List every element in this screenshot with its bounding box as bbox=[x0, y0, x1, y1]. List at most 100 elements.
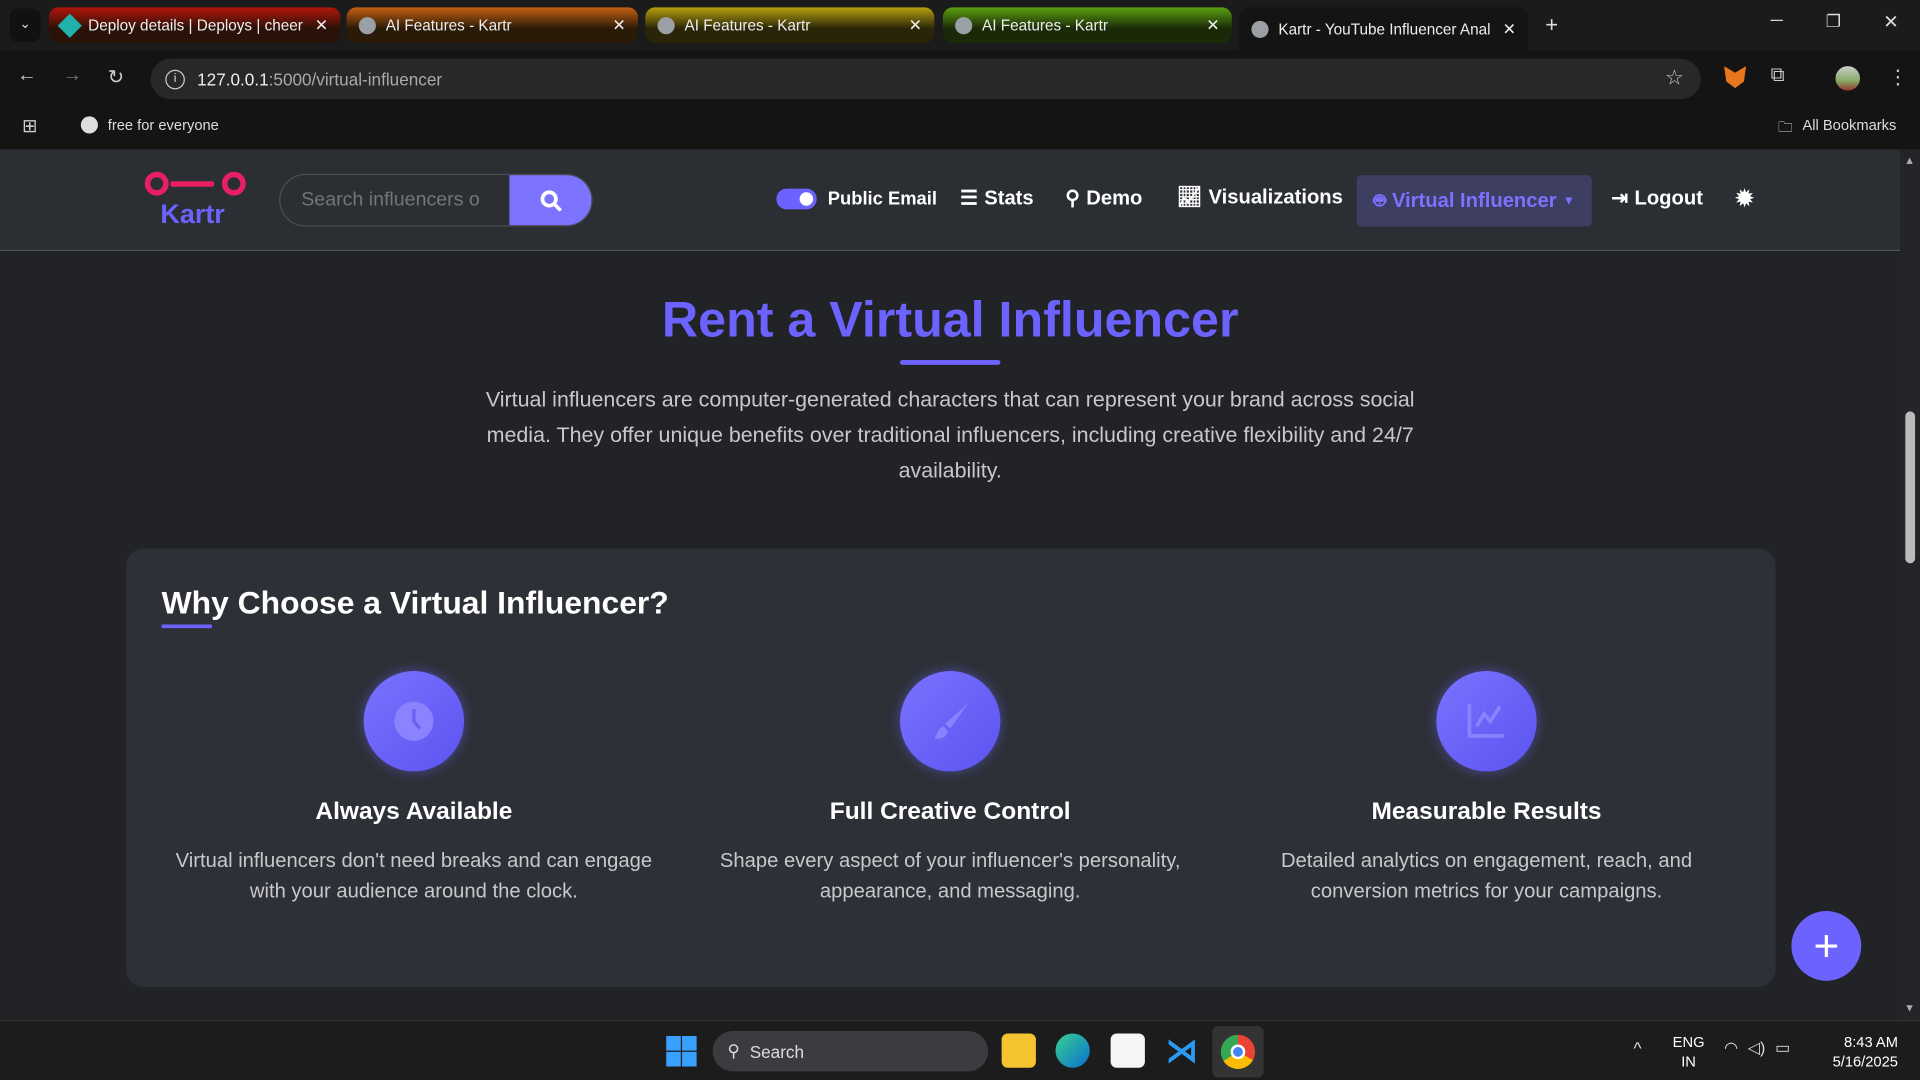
site-info-icon[interactable]: i bbox=[165, 69, 185, 89]
logo-text[interactable]: Kartr bbox=[160, 198, 224, 230]
nav-visualizations[interactable]: 📈︎ Visualizations bbox=[1177, 186, 1343, 209]
tab-title: Kartr - YouTube Influencer Anal bbox=[1278, 20, 1491, 38]
globe-icon bbox=[955, 16, 973, 34]
feature-icon-circle bbox=[363, 671, 465, 772]
bar-chart-icon: ☰ bbox=[960, 187, 979, 210]
clock[interactable]: 8:43 AM 5/16/2025 bbox=[1822, 1032, 1898, 1071]
nav-logout[interactable]: ⇥ Logout bbox=[1611, 186, 1702, 210]
kartr-logo-icon bbox=[144, 171, 246, 196]
plus-icon: + bbox=[1813, 920, 1840, 971]
scroll-down-arrow[interactable]: ▼ bbox=[1904, 1002, 1915, 1014]
section-underline bbox=[161, 624, 212, 629]
time: 8:43 AM bbox=[1844, 1033, 1898, 1051]
public-email-toggle[interactable]: Public Email bbox=[776, 188, 937, 210]
close-tab-icon[interactable]: ✕ bbox=[1503, 19, 1516, 39]
feature-measurable-results: Measurable Results Detailed analytics on… bbox=[1218, 671, 1754, 907]
feature-icon-circle bbox=[1436, 671, 1537, 772]
page-title: Rent a Virtual Influencer bbox=[661, 291, 1239, 348]
apps-grid-icon[interactable]: ⊞ bbox=[22, 115, 37, 137]
windows-start-icon[interactable] bbox=[666, 1035, 697, 1067]
language-indicator[interactable]: ENG IN bbox=[1673, 1032, 1705, 1071]
edge-icon[interactable] bbox=[1055, 1033, 1090, 1068]
browser-toolbar: ← → ↻ i 127.0.0.1:5000/virtual-influence… bbox=[0, 50, 1920, 107]
lang-code: ENG bbox=[1672, 1033, 1705, 1051]
bookmarks-bar: ⊞ free for everyone 🗀 All Bookmarks bbox=[0, 106, 1920, 150]
search-icon bbox=[540, 189, 561, 211]
globe-icon bbox=[80, 116, 98, 134]
site-navbar: Kartr Public Email ☰Stats ⚲Demo 📈︎Visual… bbox=[0, 149, 1901, 252]
file-explorer-icon[interactable] bbox=[1001, 1033, 1036, 1068]
feature-title: Full Creative Control bbox=[829, 798, 1071, 826]
tab-deploy-details[interactable]: Deploy details | Deploys | cheer ✕ bbox=[48, 7, 341, 43]
theme-toggle-sun-icon[interactable]: ✹ bbox=[1734, 184, 1756, 215]
nav-demo[interactable]: ⚲ Demo bbox=[1065, 186, 1142, 210]
chrome-taskbar-button[interactable] bbox=[1212, 1026, 1264, 1078]
close-tab-icon[interactable]: ✕ bbox=[1206, 15, 1219, 35]
new-tab-button[interactable]: + bbox=[1545, 12, 1558, 38]
tab-search-button[interactable]: ⌄ bbox=[9, 8, 41, 42]
tab-title: AI Features - Kartr bbox=[385, 16, 512, 34]
title-underline bbox=[900, 360, 1001, 365]
public-email-label: Public Email bbox=[827, 188, 937, 210]
search-input[interactable] bbox=[280, 175, 510, 226]
close-tab-icon[interactable]: ✕ bbox=[612, 15, 625, 35]
nav-demo-label: Demo bbox=[1086, 186, 1143, 209]
nav-virtual-influencer-label: Virtual Influencer bbox=[1391, 189, 1557, 212]
nav-stats[interactable]: ☰ Stats bbox=[960, 186, 1034, 210]
date: 5/16/2025 bbox=[1832, 1053, 1898, 1071]
bookmark-star-icon[interactable]: ☆ bbox=[1665, 66, 1684, 90]
windows-taskbar: ⚲ Search ⋊ ^ ENG IN ◠ ◁) ▭ 8:43 AM 5/16/2025 bbox=[0, 1020, 1920, 1080]
search-button[interactable] bbox=[509, 175, 592, 226]
profile-avatar[interactable] bbox=[1835, 66, 1861, 91]
restore-button[interactable]: ❐ bbox=[1826, 11, 1841, 32]
forward-button[interactable]: → bbox=[62, 65, 82, 87]
taskbar-search[interactable]: ⚲ Search bbox=[712, 1031, 989, 1072]
why-choose-card: Why Choose a Virtual Influencer? Always … bbox=[126, 548, 1776, 987]
nav-virtual-influencer-dropdown[interactable]: 🤖︎ Virtual Influencer ▼ bbox=[1356, 175, 1592, 227]
chart-line-icon bbox=[1467, 704, 1504, 738]
close-tab-icon[interactable]: ✕ bbox=[315, 15, 328, 35]
chrome-icon bbox=[1220, 1034, 1256, 1069]
scroll-up-arrow[interactable]: ▲ bbox=[1904, 154, 1915, 166]
bookmark-free-for-everyone[interactable]: free for everyone bbox=[80, 116, 219, 134]
reload-button[interactable]: ↻ bbox=[108, 65, 124, 89]
scrollbar-thumb[interactable] bbox=[1905, 411, 1916, 564]
menu-icon[interactable]: ⋮ bbox=[1888, 65, 1908, 89]
vscode-icon[interactable]: ⋊ bbox=[1166, 1033, 1200, 1067]
metamask-extension-icon[interactable] bbox=[1724, 66, 1747, 89]
address-bar[interactable]: i 127.0.0.1:5000/virtual-influencer ☆ bbox=[150, 58, 1701, 100]
tab-title: AI Features - Kartr bbox=[684, 16, 811, 34]
floating-add-button[interactable]: + bbox=[1791, 911, 1862, 981]
paintbrush-icon bbox=[934, 702, 969, 739]
all-bookmarks[interactable]: 🗀 All Bookmarks bbox=[1778, 116, 1896, 142]
section-title: Why Choose a Virtual Influencer? bbox=[161, 584, 669, 621]
feature-full-creative-control: Full Creative Control Shape every aspect… bbox=[682, 671, 1218, 907]
nav-stats-label: Stats bbox=[984, 186, 1034, 209]
screen: ⌄ Deploy details | Deploys | cheer ✕ AI F… bbox=[0, 0, 1920, 1080]
toggle-switch[interactable] bbox=[776, 188, 817, 210]
close-window-button[interactable]: ✕ bbox=[1883, 11, 1898, 33]
tab-ai-features-1[interactable]: AI Features - Kartr ✕ bbox=[346, 7, 638, 43]
tab-ai-features-3[interactable]: AI Features - Kartr ✕ bbox=[942, 7, 1232, 43]
url-path: :5000/virtual-influencer bbox=[268, 69, 443, 89]
back-button[interactable]: ← bbox=[17, 65, 37, 87]
system-tray[interactable]: ◠ ◁) ▭ bbox=[1724, 1038, 1790, 1058]
chart-line-icon: 📈︎ bbox=[1176, 186, 1203, 209]
search-form bbox=[279, 173, 593, 227]
tab-ai-features-2[interactable]: AI Features - Kartr ✕ bbox=[645, 7, 935, 43]
feature-always-available: Always Available Virtual influencers don… bbox=[146, 671, 682, 907]
nav-visualizations-label: Visualizations bbox=[1208, 186, 1343, 209]
page-scrollbar[interactable]: ▲ ▼ bbox=[1900, 149, 1920, 1021]
browser-tab-strip: ⌄ Deploy details | Deploys | cheer ✕ AI F… bbox=[0, 0, 1920, 51]
wifi-icon: ◠ bbox=[1724, 1038, 1738, 1057]
show-hidden-icons[interactable]: ^ bbox=[1633, 1038, 1641, 1058]
nav-logout-label: Logout bbox=[1634, 186, 1703, 209]
region-code: IN bbox=[1681, 1053, 1696, 1071]
minimize-button[interactable]: ─ bbox=[1771, 10, 1783, 30]
extensions-icon[interactable]: ⧉ bbox=[1771, 65, 1785, 87]
globe-icon bbox=[358, 16, 376, 34]
all-bookmarks-label: All Bookmarks bbox=[1802, 116, 1897, 134]
close-tab-icon[interactable]: ✕ bbox=[909, 15, 922, 35]
microsoft-store-icon[interactable] bbox=[1110, 1033, 1145, 1068]
tab-kartr-active[interactable]: Kartr - YouTube Influencer Anal ✕ bbox=[1239, 7, 1529, 51]
